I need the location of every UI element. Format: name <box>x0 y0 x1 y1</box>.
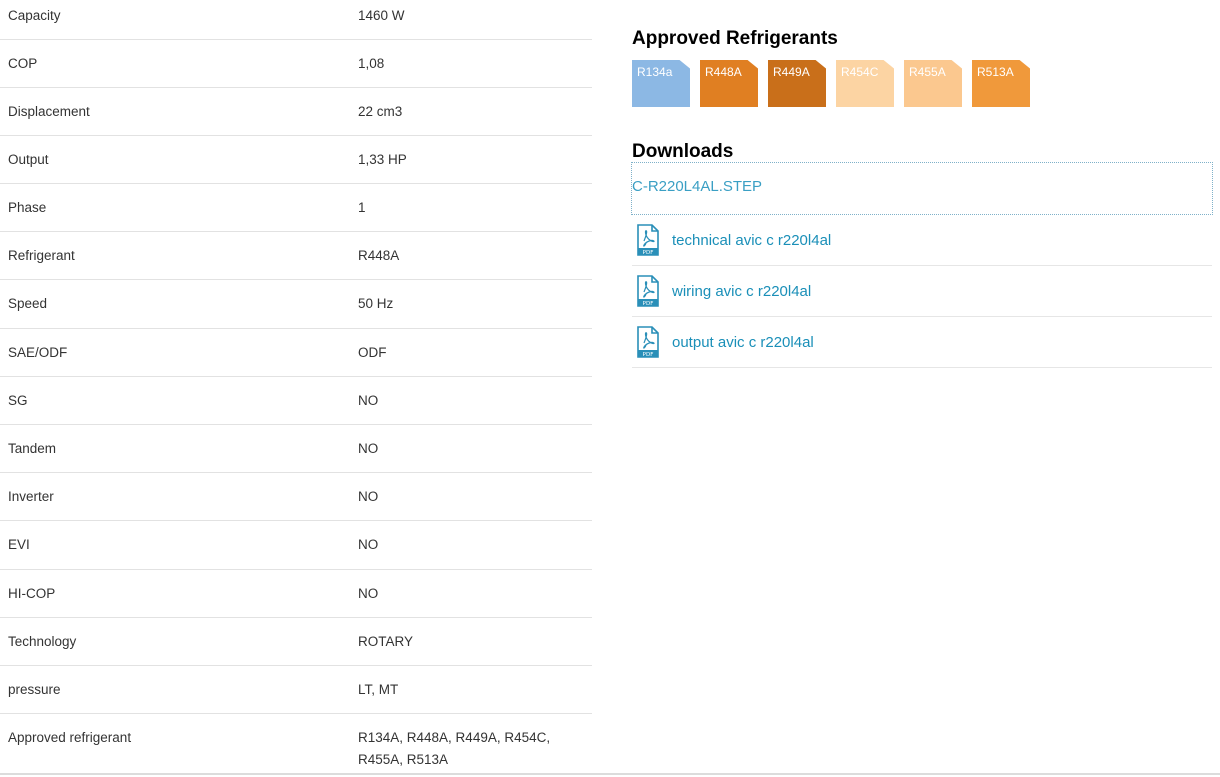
spec-value: ODF <box>358 344 387 360</box>
refrigerants-title: Approved Refrigerants <box>632 28 838 49</box>
spec-row-displacement: Displacement 22 cm3 <box>0 88 592 136</box>
spec-value: LT, MT <box>358 681 399 697</box>
spec-row-speed: Speed 50 Hz <box>0 280 592 329</box>
spec-label: SAE/ODF <box>8 344 68 360</box>
spec-label: Inverter <box>8 489 54 505</box>
refrigerant-chip: R454C <box>836 60 894 107</box>
spec-value: ROTARY <box>358 633 414 649</box>
downloads-title: Downloads <box>632 141 734 162</box>
spec-value: 50 Hz <box>358 296 394 312</box>
spec-label: HI-COP <box>8 585 56 601</box>
pdf-icon: PDF <box>637 224 659 256</box>
spec-value: NO <box>358 392 379 408</box>
spec-row-hi-cop: HI-COP NO <box>0 570 592 618</box>
svg-text:PDF: PDF <box>643 250 654 256</box>
spec-row-inverter: Inverter NO <box>0 473 592 522</box>
svg-text:PDF: PDF <box>643 352 654 358</box>
spec-label: Refrigerant <box>8 248 75 264</box>
refrigerant-chip: R449A <box>768 60 826 107</box>
refrigerant-chip: R134a <box>632 60 690 107</box>
spec-value: R448A <box>358 248 400 264</box>
spec-label: Phase <box>8 200 47 216</box>
spec-row-capacity: Capacity 1460 W <box>0 0 592 40</box>
download-label: wiring avic c r220l4al <box>672 282 812 300</box>
refrigerant-chips: R134a R448A R449A R454C R455A R513A <box>632 60 1030 107</box>
spec-label: Output <box>8 151 49 167</box>
spec-row-sg: SG NO <box>0 377 592 425</box>
pdf-icon: PDF <box>637 326 659 358</box>
spec-value: NO <box>358 585 379 601</box>
spec-label: EVI <box>8 537 30 553</box>
spec-label: Approved refrigerant <box>8 730 132 746</box>
refrigerant-chip: R513A <box>972 60 1030 107</box>
spec-row-output: Output 1,33 HP <box>0 136 592 185</box>
refrigerant-chip: R455A <box>904 60 962 107</box>
spec-label: Speed <box>8 296 48 312</box>
svg-text:PDF: PDF <box>643 301 654 307</box>
spec-value: NO <box>358 441 379 456</box>
spec-label: Displacement <box>8 103 90 119</box>
download-item[interactable]: PDF technical avic c r220l4al <box>632 215 1212 266</box>
spec-label: pressure <box>8 681 61 697</box>
spec-row-phase: Phase 1 <box>0 184 592 233</box>
spec-label: COP <box>8 55 38 71</box>
spec-row-evi: EVI NO <box>0 521 592 570</box>
spec-value: 1,08 <box>358 55 385 71</box>
download-item[interactable]: PDF output avic c r220l4al <box>632 317 1212 368</box>
product-page: Capacity 1460 W COP 1,08 Displacement 22… <box>0 0 1220 777</box>
spec-row-refrigerant: Refrigerant R448A <box>0 232 592 281</box>
download-label: output avic c r220l4al <box>672 333 814 351</box>
downloads-list: PDF technical avic c r220l4al PDF wiring… <box>632 215 1212 368</box>
download-item[interactable]: PDF wiring avic c r220l4al <box>632 266 1212 317</box>
refrigerant-chip: R448A <box>700 60 758 107</box>
spec-value: R134A, R448A, R449A, R454C, R455A, R513A <box>358 730 551 768</box>
spec-label: SG <box>8 392 28 408</box>
spec-value: NO <box>358 537 379 553</box>
download-label: technical avic c r220l4al <box>672 231 832 249</box>
spec-label: Tandem <box>8 441 57 456</box>
spec-row-approved-refrigerant: Approved refrigerant R134A, R448A, R449A… <box>0 714 592 771</box>
spec-row-sae-odf: SAE/ODF ODF <box>0 329 592 377</box>
spec-value: 22 cm3 <box>358 103 403 119</box>
spec-value: 1 <box>358 200 366 216</box>
pdf-icon: PDF <box>637 275 659 307</box>
spec-label: Technology <box>8 633 77 649</box>
spec-label: Capacity <box>8 8 61 23</box>
spec-row-pressure: pressure LT, MT <box>0 666 592 715</box>
step-file-link[interactable]: C-R220L4AL.STEP <box>631 162 1213 215</box>
spec-value: NO <box>358 489 379 505</box>
spec-value: 1460 W <box>358 8 405 23</box>
specs-table: Capacity 1460 W COP 1,08 Displacement 22… <box>0 0 592 771</box>
spec-row-tandem: Tandem NO <box>0 425 592 474</box>
spec-row-technology: Technology ROTARY <box>0 618 592 666</box>
spec-value: 1,33 HP <box>358 151 407 167</box>
spec-row-cop: COP 1,08 <box>0 40 592 88</box>
